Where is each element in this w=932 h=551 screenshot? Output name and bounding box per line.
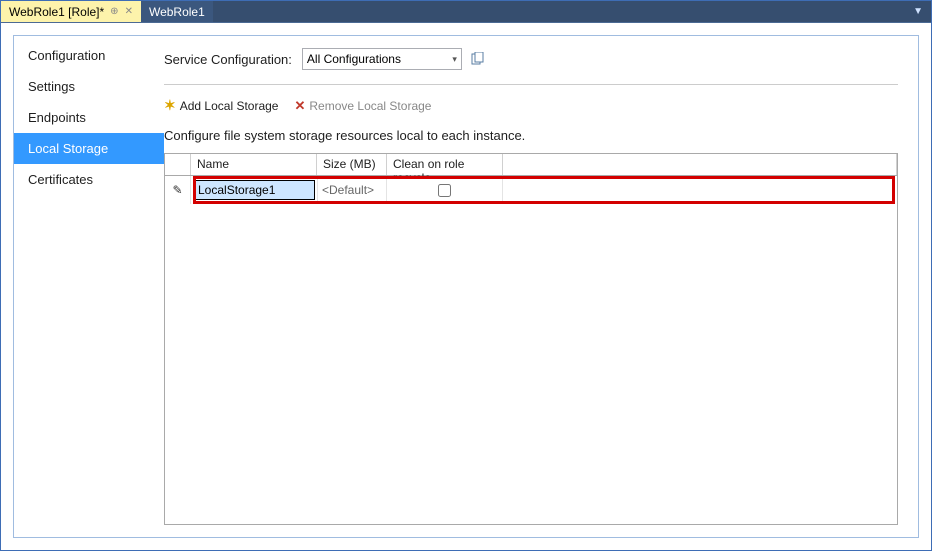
manage-icon	[471, 52, 485, 66]
grid-header-name[interactable]: Name	[191, 154, 317, 175]
add-local-storage-button[interactable]: ✶ Add Local Storage	[164, 97, 278, 114]
remove-icon: ✕	[294, 98, 305, 114]
remove-label: Remove Local Storage	[309, 99, 431, 113]
document-tab-bar: WebRole1 [Role]* ⊕ ✕ WebRole1 ▼	[1, 1, 931, 23]
sidebar-item-certificates[interactable]: Certificates	[14, 164, 164, 195]
main-content: Service Configuration: All Configuration…	[164, 36, 918, 537]
grid-header-row: Name Size (MB) Clean on role recycle	[165, 154, 897, 176]
grid-row[interactable]: ✎ <Default>	[165, 176, 897, 204]
role-editor-panel: Configuration Settings Endpoints Local S…	[13, 35, 919, 538]
chevron-down-icon: ▾	[452, 54, 457, 65]
grid-cell-clean[interactable]	[387, 176, 503, 204]
service-configuration-value: All Configurations	[307, 52, 401, 66]
description-text: Configure file system storage resources …	[164, 128, 898, 143]
local-storage-toolbar: ✶ Add Local Storage ✕ Remove Local Stora…	[164, 97, 898, 114]
name-input[interactable]	[193, 180, 315, 200]
sidebar-item-settings[interactable]: Settings	[14, 71, 164, 102]
grid-header-rowselector	[165, 154, 191, 175]
grid-header-filler	[503, 154, 897, 175]
sidebar-item-configuration[interactable]: Configuration	[14, 40, 164, 71]
tab-label: WebRole1	[149, 5, 205, 19]
grid-cell-size[interactable]: <Default>	[317, 176, 387, 204]
add-label: Add Local Storage	[180, 99, 279, 113]
grid-row-indicator[interactable]: ✎	[165, 176, 191, 204]
sidebar: Configuration Settings Endpoints Local S…	[14, 36, 164, 537]
divider	[164, 84, 898, 85]
grid-header-size[interactable]: Size (MB)	[317, 154, 387, 175]
storage-grid: Name Size (MB) Clean on role recycle ✎ <…	[164, 153, 898, 525]
grid-body: ✎ <Default>	[165, 176, 897, 524]
clean-checkbox[interactable]	[438, 184, 451, 197]
remove-local-storage-button[interactable]: ✕ Remove Local Storage	[294, 98, 431, 114]
close-icon[interactable]: ✕	[125, 6, 133, 17]
pin-icon[interactable]: ⊕	[110, 6, 118, 17]
grid-header-clean[interactable]: Clean on role recycle	[387, 154, 503, 175]
add-icon: ✶	[164, 97, 176, 114]
service-configuration-select[interactable]: All Configurations ▾	[302, 48, 462, 70]
storage-grid-wrap: Name Size (MB) Clean on role recycle ✎ <…	[164, 153, 898, 525]
tab-webrole[interactable]: WebRole1	[141, 1, 213, 22]
tab-webrole-role[interactable]: WebRole1 [Role]* ⊕ ✕	[1, 1, 141, 22]
grid-cell-filler	[503, 176, 897, 204]
tab-filler	[213, 1, 905, 22]
tab-overflow-chevron[interactable]: ▼	[905, 1, 931, 22]
service-configuration-label: Service Configuration:	[164, 52, 292, 67]
manage-configurations-button[interactable]	[470, 51, 486, 67]
pencil-icon: ✎	[172, 183, 182, 197]
service-configuration-row: Service Configuration: All Configuration…	[164, 48, 898, 70]
grid-cell-name[interactable]	[191, 176, 317, 204]
sidebar-item-local-storage[interactable]: Local Storage	[14, 133, 164, 164]
tab-label: WebRole1 [Role]*	[9, 5, 104, 19]
sidebar-item-endpoints[interactable]: Endpoints	[14, 102, 164, 133]
